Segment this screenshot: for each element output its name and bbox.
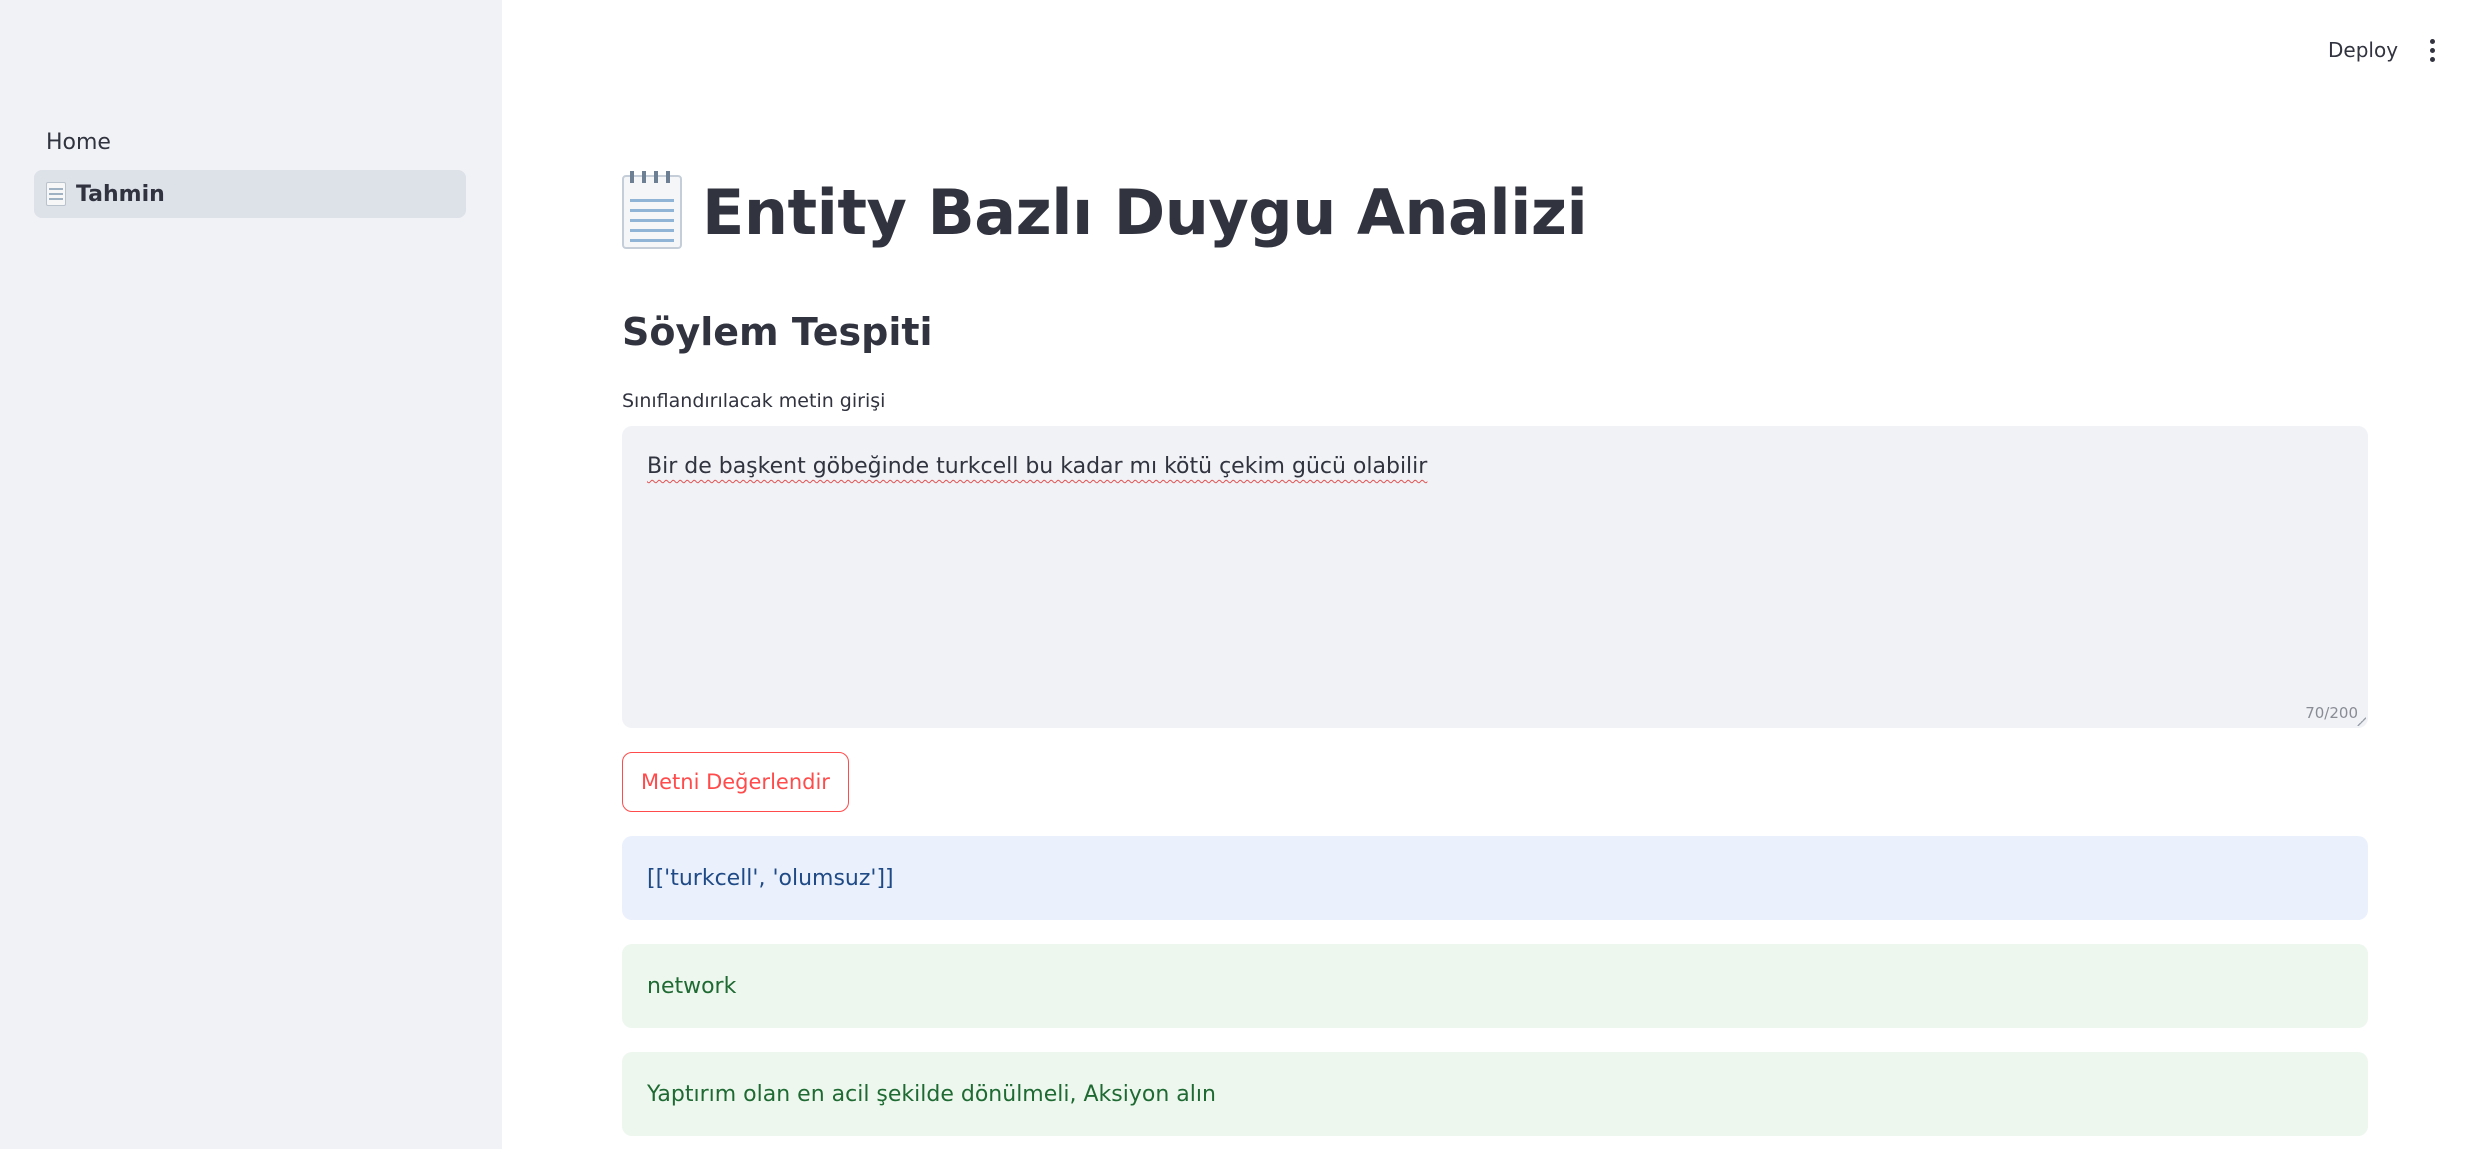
success-alert-action: Yaptırım olan en acil şekilde dönülmeli,… (622, 1052, 2368, 1136)
section-title: Söylem Tespiti (622, 310, 933, 354)
char-counter: 70/200 (2305, 704, 2358, 722)
page-title: Entity Bazlı Duygu Analizi (702, 175, 1588, 249)
action-text: Yaptırım olan en acil şekilde dönülmeli,… (647, 1081, 1216, 1107)
page-header: Entity Bazlı Duygu Analizi (622, 168, 1588, 256)
evaluate-button[interactable]: Metni Değerlendir (622, 752, 849, 812)
category-text: network (647, 973, 737, 999)
resize-handle-icon[interactable] (2356, 716, 2366, 726)
info-alert: [['turkcell', 'olumsuz']] (622, 836, 2368, 920)
notepad-icon (622, 171, 682, 249)
deploy-button[interactable]: Deploy (2310, 30, 2416, 70)
notepad-icon (46, 182, 66, 206)
sidebar-nav: Home Tahmin (34, 118, 466, 218)
sidebar-item-home[interactable]: Home (34, 118, 466, 166)
sidebar: Home Tahmin (0, 0, 502, 1149)
sidebar-item-tahmin[interactable]: Tahmin (34, 170, 466, 218)
app-root: Home Tahmin Deploy Entity Bazlı Duygu An… (0, 0, 2486, 1149)
text-input-label: Sınıflandırılacak metin girişi (622, 390, 886, 412)
info-alert-text: [['turkcell', 'olumsuz']] (647, 865, 894, 891)
text-input-value[interactable]: Bir de başkent göbeğinde turkcell bu kad… (647, 454, 1427, 479)
success-alert-category: network (622, 944, 2368, 1028)
sidebar-item-label: Home (46, 129, 111, 155)
kebab-menu-icon[interactable] (2418, 32, 2446, 68)
sidebar-item-label: Tahmin (76, 181, 165, 207)
text-input-area[interactable]: Bir de başkent göbeğinde turkcell bu kad… (622, 426, 2368, 728)
